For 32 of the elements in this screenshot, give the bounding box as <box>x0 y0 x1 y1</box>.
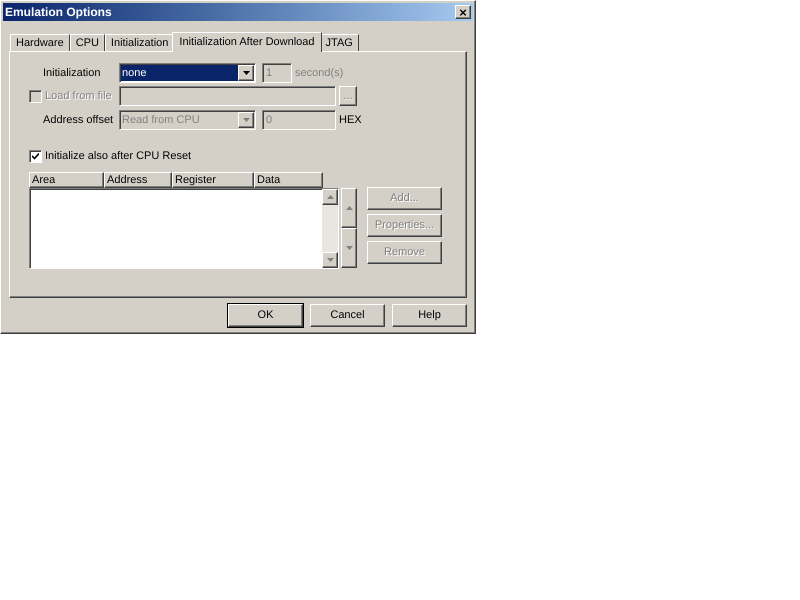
up-arrow-icon <box>346 206 352 210</box>
unit-label: HEX <box>339 112 362 128</box>
window-title: Emulation Options <box>5 4 112 21</box>
column-header[interactable]: Register <box>172 172 254 188</box>
dropdown-arrow-icon <box>242 71 250 75</box>
column-header[interactable]: Address <box>104 172 172 188</box>
scroll-up-icon <box>326 195 334 199</box>
dropdown-arrow-icon <box>242 118 250 122</box>
dialog-button[interactable]: Help <box>392 304 467 327</box>
checkbox-label: Load from file <box>45 88 113 104</box>
move-up-button[interactable] <box>341 188 357 228</box>
down-arrow-icon <box>346 246 352 250</box>
scroll-down-icon <box>326 258 334 262</box>
move-down-button[interactable] <box>341 228 357 268</box>
dialog-button[interactable]: OK <box>228 304 303 327</box>
tab[interactable]: Initialization After Download <box>172 32 322 52</box>
checkbox-label: Initialize also after CPU Reset <box>45 148 192 164</box>
tab[interactable]: Hardware <box>10 34 70 51</box>
close-button[interactable]: × <box>455 5 471 19</box>
file-path-field[interactable] <box>119 86 336 106</box>
tab[interactable]: CPU <box>70 34 105 51</box>
tab[interactable]: Initialization <box>104 34 174 51</box>
checkbox[interactable] <box>29 150 42 162</box>
unit-label: second(s) <box>295 66 344 81</box>
dialog-button[interactable]: Cancel <box>310 304 385 327</box>
field-label: Initialization <box>42 66 102 81</box>
checkmark-icon <box>32 152 39 160</box>
field-label: Address offset <box>42 112 114 128</box>
column-header[interactable]: Area <box>29 172 104 188</box>
initialization-dropdown[interactable]: none <box>119 63 256 83</box>
column-header[interactable]: Data <box>254 172 323 188</box>
tab[interactable]: JTAG <box>320 34 359 51</box>
